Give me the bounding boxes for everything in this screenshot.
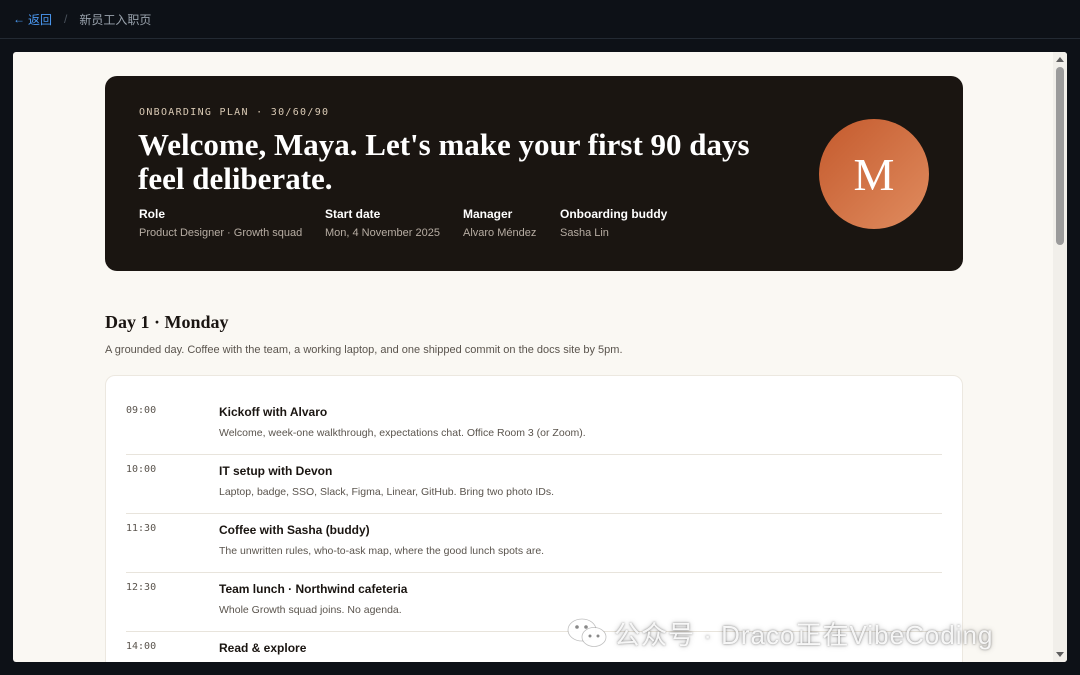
event-description: Whole Growth squad joins. No agenda. xyxy=(219,604,402,616)
meta-manager: Manager Alvaro Méndez xyxy=(463,207,536,239)
meta-buddy: Onboarding buddy Sasha Lin xyxy=(560,207,667,239)
event-title: IT setup with Devon xyxy=(219,464,333,478)
event-title: Read & explore xyxy=(219,641,307,655)
scroll-up-icon[interactable] xyxy=(1056,57,1064,62)
meta-label: Manager xyxy=(463,207,513,221)
day-title: Day 1 · Monday xyxy=(105,312,229,332)
meta-value: Alvaro Méndez xyxy=(463,227,537,239)
breadcrumb-current: 新员工入职页 xyxy=(79,12,152,27)
scroll-down-icon[interactable] xyxy=(1056,652,1064,657)
avatar: M xyxy=(819,119,929,229)
hero-title: Welcome, Maya. Let's make your first 90 … xyxy=(138,127,750,196)
meta-role: Role Product Designer · Growth squad xyxy=(139,207,302,239)
schedule-row: 09:00 Kickoff with Alvaro Welcome, week-… xyxy=(126,396,942,455)
schedule-row: 11:30 Coffee with Sasha (buddy) The unwr… xyxy=(126,514,942,573)
event-time: 09:00 xyxy=(126,405,157,416)
page-frame: ONBOARDING PLAN · 30/60/90 Welcome, Maya… xyxy=(13,52,1067,662)
event-description: The unwritten rules, who-to-ask map, whe… xyxy=(219,545,545,557)
event-description: Welcome, week-one walkthrough, expectati… xyxy=(219,427,586,439)
day-subtitle: A grounded day. Coffee with the team, a … xyxy=(105,344,623,356)
event-description: Laptop, badge, SSO, Slack, Figma, Linear… xyxy=(219,486,555,498)
scrollbar-thumb[interactable] xyxy=(1056,67,1064,245)
watermark-text: 公众号 · Draco正在VibeCoding xyxy=(614,619,994,650)
event-time: 12:30 xyxy=(126,582,157,593)
meta-value: Product Designer · Growth squad xyxy=(139,227,303,239)
back-label: 返回 xyxy=(28,12,53,27)
hero-eyebrow: ONBOARDING PLAN · 30/60/90 xyxy=(139,107,330,118)
schedule-row: 10:00 IT setup with Devon Laptop, badge,… xyxy=(126,455,942,514)
meta-value: Sasha Lin xyxy=(560,227,609,239)
arrow-left-icon: ← xyxy=(13,12,25,26)
event-title: Coffee with Sasha (buddy) xyxy=(219,523,370,537)
wechat-icon xyxy=(567,618,607,647)
meta-label: Onboarding buddy xyxy=(560,207,668,221)
meta-label: Role xyxy=(139,207,166,221)
breadcrumb-separator: / xyxy=(64,12,68,26)
event-title: Team lunch · Northwind cafeteria xyxy=(219,582,408,596)
meta-value: Mon, 4 November 2025 xyxy=(325,227,440,239)
event-time: 10:00 xyxy=(126,464,157,475)
back-link[interactable]: ← 返回 xyxy=(13,11,52,28)
meta-label: Start date xyxy=(325,207,381,221)
vertical-scrollbar[interactable] xyxy=(1053,52,1067,662)
event-time: 14:00 xyxy=(126,641,157,652)
watermark: 公众号 · Draco正在VibeCoding xyxy=(566,613,993,653)
hero-card: ONBOARDING PLAN · 30/60/90 Welcome, Maya… xyxy=(105,76,963,271)
event-time: 11:30 xyxy=(126,523,157,534)
top-nav-bar: ← 返回 / 新员工入职页 xyxy=(0,0,1080,39)
meta-start-date: Start date Mon, 4 November 2025 xyxy=(325,207,440,239)
event-title: Kickoff with Alvaro xyxy=(219,405,328,419)
